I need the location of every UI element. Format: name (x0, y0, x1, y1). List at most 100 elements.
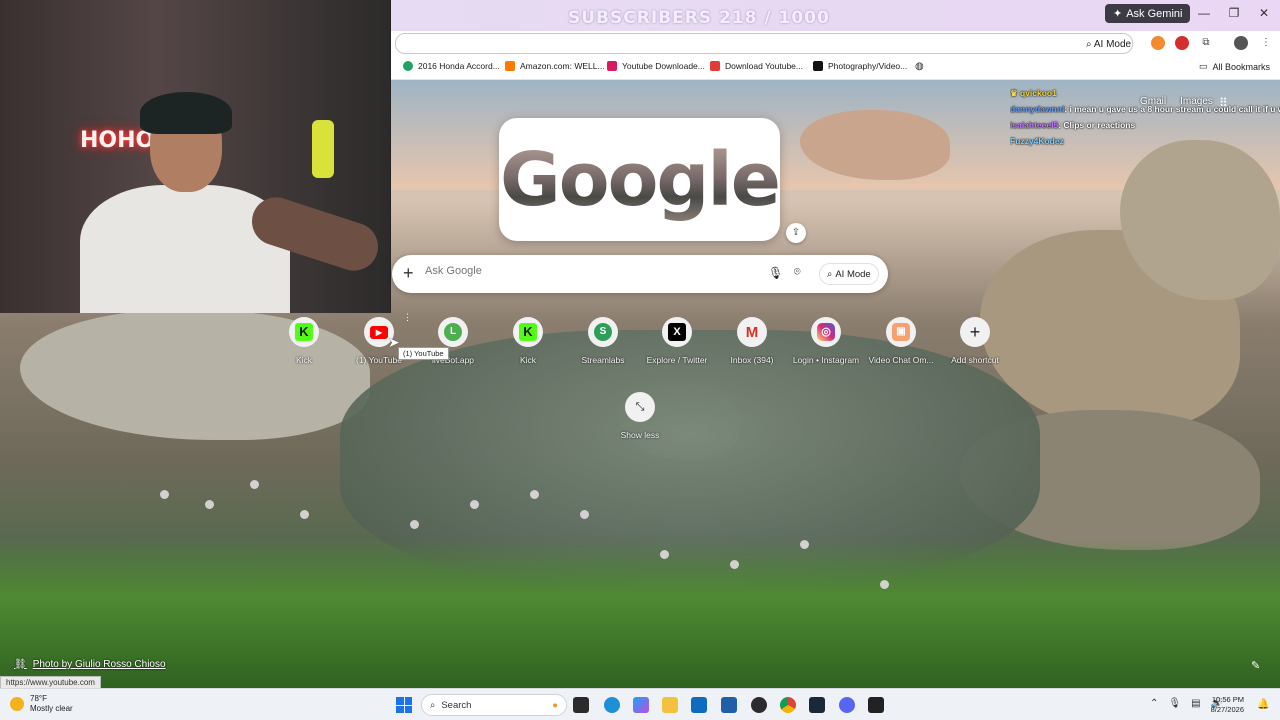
shortcut-more-icon[interactable]: ⋮ (403, 312, 412, 323)
close-window-button[interactable]: ✕ (1256, 6, 1272, 20)
add-plus-icon[interactable]: + (403, 263, 414, 284)
windows-start-icon[interactable] (396, 697, 412, 713)
shortcut-instagram[interactable]: ◎ Login • Instagram (789, 317, 863, 365)
google-search-box[interactable]: + 🎙 ⌾ ⌕ AI Mode (392, 255, 888, 293)
edge-icon[interactable] (604, 697, 620, 713)
shortcut-label: Streamlabs (581, 355, 625, 365)
clock-date: 8/27/2026 (1210, 705, 1244, 714)
chat-message: isaiahteeel5: Clips or reactions (1010, 120, 1280, 136)
ask-gemini-button[interactable]: ✦ Ask Gemini (1105, 4, 1191, 23)
bookmarks-bar: 2016 Honda Accord... Amazon.com: WELL...… (391, 56, 1280, 80)
menu-kebab-icon[interactable]: ⋮ (1259, 36, 1273, 50)
globe-icon: ◍ (915, 61, 924, 72)
task-view-icon[interactable] (573, 697, 589, 713)
steam-icon[interactable] (809, 697, 825, 713)
chat-crown-icon: ♛ (1010, 88, 1018, 98)
shortcut-label: Video Chat Om... (868, 355, 934, 365)
browser-toolbar: ⌕ AI Mode ⧉ ⋮ (391, 31, 1280, 56)
bookmark-item[interactable]: Photography/Video... (813, 61, 907, 71)
maximize-button[interactable]: ❐ (1226, 6, 1242, 20)
microphone-tray-icon[interactable]: 🎙 (1168, 698, 1181, 709)
notification-bell-icon[interactable]: 🔔 (1257, 699, 1269, 710)
kick-glyph: K (519, 323, 537, 341)
bookmark-item[interactable]: Download Youtube... (710, 61, 803, 71)
shortcut-kick-2[interactable]: K Kick (491, 317, 565, 365)
ai-mode-icon: ⌕ (1086, 39, 1092, 50)
tray-chevron-icon[interactable]: ⌃ (1150, 698, 1158, 709)
bookmark-label: Amazon.com: WELL... (520, 61, 605, 71)
extension-icon-red[interactable] (1175, 36, 1189, 50)
shortcut-twitter[interactable]: X Explore / Twitter (640, 317, 714, 365)
outlook-icon[interactable] (691, 697, 707, 713)
chat-username: Fuzzy4Kodez (1010, 136, 1064, 146)
google-lens-icon[interactable]: ⌾ (794, 266, 801, 279)
bookmark-label: 2016 Honda Accord... (418, 61, 500, 71)
chat-message: Fuzzy4Kodez (1010, 136, 1280, 152)
taskbar-search-label: Search (441, 699, 472, 711)
discord-icon[interactable] (839, 697, 855, 713)
extensions-puzzle-icon[interactable]: ⧉ (1199, 36, 1213, 50)
extension-icon-orange[interactable] (1151, 36, 1165, 50)
bookmark-item[interactable]: 2016 Honda Accord... (403, 61, 500, 71)
shortcut-streamlabs[interactable]: S Streamlabs (566, 317, 640, 365)
bookmark-favicon (710, 61, 720, 71)
kick-glyph: K (295, 323, 313, 341)
streamlabs-glyph: S (594, 323, 612, 341)
photo-credit-link[interactable]: ⛓ Photo by Giulio Rosso Chioso (14, 659, 166, 670)
all-bookmarks-label: All Bookmarks (1212, 61, 1270, 72)
address-bar[interactable]: ⌕ AI Mode (395, 33, 1133, 54)
bookmark-label: Download Youtube... (725, 61, 803, 71)
google-doodle-logo[interactable]: Google (499, 118, 781, 241)
bookmark-item[interactable]: Youtube Downloade... (607, 61, 705, 71)
all-bookmarks-button[interactable]: ▭ All Bookmarks (1199, 61, 1270, 72)
obs-icon[interactable] (751, 697, 767, 713)
photo-credit-label: Photo by Giulio Rosso Chioso (32, 659, 166, 670)
link-icon: ⛓ (14, 659, 27, 670)
network-icon[interactable]: ▤ (1191, 698, 1200, 709)
microphone-icon[interactable]: 🎙 (768, 266, 783, 280)
search-icon: ⌕ (430, 699, 436, 711)
collapse-icon: ⤡ (625, 392, 655, 422)
bookmark-item[interactable]: Amazon.com: WELL... (505, 61, 605, 71)
ai-mode-button[interactable]: ⌕ AI Mode (819, 263, 879, 285)
copilot-icon[interactable] (633, 697, 649, 713)
show-less-button[interactable]: ⤡ Show less (603, 392, 677, 440)
epic-games-icon[interactable] (868, 697, 884, 713)
subscriber-goal-banner: SUBSCRIBERS 218 / 1000 (568, 8, 830, 28)
minimize-button[interactable]: — (1196, 6, 1212, 20)
bookmark-item[interactable]: ◍ (915, 61, 924, 72)
bookmark-favicon (505, 61, 515, 71)
bookmark-favicon (403, 61, 413, 71)
gemini-sparkle-icon: ✦ (1113, 8, 1123, 20)
youtube-glyph: ▶ (370, 325, 388, 339)
profile-avatar[interactable] (1234, 36, 1248, 50)
omnibox-ai-mode-button[interactable]: ⌕ AI Mode (1086, 39, 1131, 50)
chat-text: : i mean u gave us a 8 hour stream u cou… (1064, 104, 1280, 114)
shortcut-gmail[interactable]: M Inbox (394) (715, 317, 789, 365)
bookmark-label: Photography/Video... (828, 61, 908, 71)
ai-mode-search-icon: ⌕ (827, 268, 833, 280)
chat-text: : Clips or reactions (1058, 120, 1136, 130)
gmail-icon: M (737, 317, 767, 347)
shortcut-kick[interactable]: K Kick (267, 317, 341, 365)
chrome-icon[interactable] (780, 697, 796, 713)
share-icon[interactable]: ⇪ (786, 223, 806, 243)
taskbar-search[interactable]: ⌕ Search ● (421, 694, 567, 716)
x-twitter-icon: X (662, 317, 692, 347)
chat-message: ♛ qvickoo1 (1010, 88, 1280, 104)
kick-icon: K (289, 317, 319, 347)
shortcut-video-chat[interactable]: ▣ Video Chat Om... (864, 317, 938, 365)
weather-widget[interactable]: 78°F Mostly clear (10, 694, 73, 714)
customize-pencil-icon[interactable]: ✎ (1251, 659, 1260, 672)
store-icon[interactable] (721, 697, 737, 713)
chat-username: qvickoo1 (1020, 88, 1057, 98)
taskbar-clock[interactable]: 10:56 PM 8/27/2026 (1202, 695, 1244, 715)
add-shortcut-button[interactable]: + Add shortcut (938, 317, 1012, 365)
kick-icon: K (513, 317, 543, 347)
clock-time: 10:56 PM (1211, 695, 1244, 704)
shortcut-label: Login • Instagram (792, 355, 860, 365)
search-input[interactable] (425, 265, 745, 277)
file-explorer-icon[interactable] (662, 697, 678, 713)
livebot-icon: L (438, 317, 468, 347)
video-chat-glyph: ▣ (892, 323, 910, 341)
